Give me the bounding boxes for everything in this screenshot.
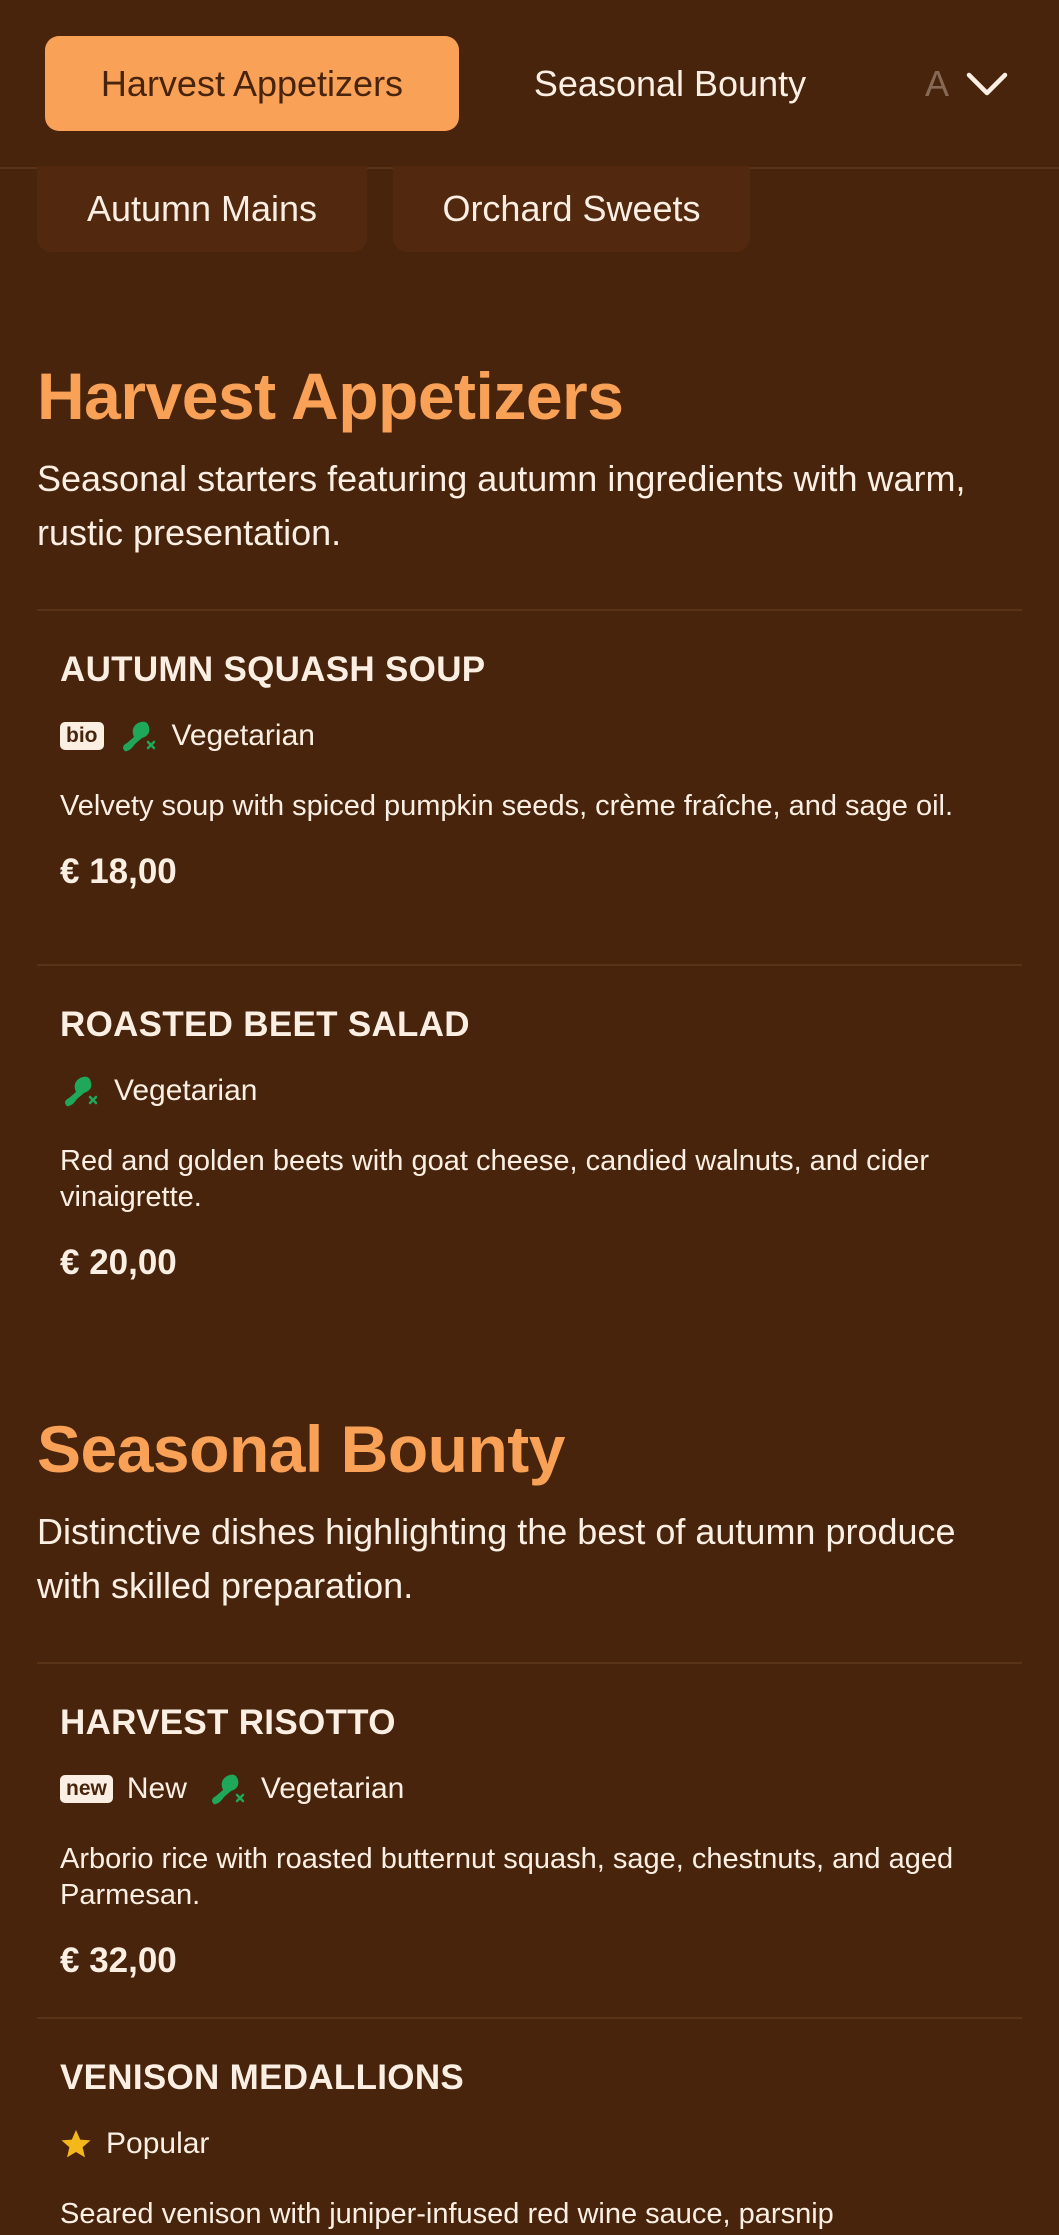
item-tags: new New Vegetarian: [60, 1769, 1010, 1809]
item-name: VENISON MEDALLIONS: [60, 2058, 465, 2097]
item-description: Arborio rice with roasted butternut squa…: [60, 1843, 954, 1911]
item-tags: bio Vegetarian: [60, 716, 1010, 756]
tab-partial-label: A: [925, 62, 950, 104]
item-name: HARVEST RISOTTO: [60, 1703, 396, 1742]
section-title-harvest-appetizers: Harvest Appetizers: [37, 359, 624, 433]
divider: [37, 609, 1022, 611]
vegetarian-drumstick-icon: [122, 721, 155, 752]
section-description: Distinctive dishes highlighting the best…: [37, 1511, 956, 1606]
item-price: € 20,00: [60, 1243, 177, 1282]
vegetarian-label: Vegetarian: [171, 719, 315, 752]
item-description: Red and golden beets with goat cheese, c…: [60, 1145, 929, 1213]
item-price: € 32,00: [60, 1941, 177, 1980]
tab-seasonal-bounty[interactable]: Seasonal Bounty: [490, 36, 850, 131]
item-name: ROASTED BEET SALAD: [60, 1005, 470, 1044]
section-title-seasonal-bounty: Seasonal Bounty: [37, 1412, 565, 1486]
menu-item-harvest-risotto[interactable]: HARVEST RISOTTO new New Vegetarian Arbor…: [60, 1703, 1010, 1981]
tab-harvest-appetizers[interactable]: Harvest Appetizers: [45, 36, 459, 131]
expand-tabs-button[interactable]: [950, 36, 1024, 131]
tab-orchard-sweets[interactable]: Orchard Sweets: [393, 166, 750, 252]
item-name: AUTUMN SQUASH SOUP: [60, 650, 486, 689]
star-icon: [61, 2130, 91, 2158]
divider: [37, 1662, 1022, 1664]
menu-item-roasted-beet-salad[interactable]: ROASTED BEET SALAD Vegetarian Red and go…: [60, 1005, 1010, 1283]
category-tab-bar: Harvest Appetizers Seasonal Bounty A: [0, 0, 1059, 169]
chevron-down-icon: [966, 72, 1008, 95]
new-badge: new: [60, 1775, 113, 1803]
divider: [37, 2017, 1022, 2019]
item-description: Seared venison with juniper-infused red …: [60, 2198, 834, 2230]
menu-item-autumn-squash-soup[interactable]: AUTUMN SQUASH SOUP bio Vegetarian Velvet…: [60, 650, 1010, 892]
item-tags: Popular: [60, 2124, 1010, 2164]
vegetarian-label: Vegetarian: [114, 1074, 258, 1107]
vegetarian-label: Vegetarian: [260, 1772, 405, 1805]
section-description: Seasonal starters featuring autumn ingre…: [37, 458, 966, 553]
vegetarian-drumstick-icon: [211, 1774, 245, 1805]
vegetarian-drumstick-icon: [65, 1076, 98, 1107]
item-tags: Vegetarian: [60, 1071, 1010, 1111]
item-description: Velvety soup with spiced pumpkin seeds, …: [60, 790, 954, 822]
menu-item-venison-medallions[interactable]: VENISON MEDALLIONS Popular Seared veniso…: [60, 2058, 1010, 2232]
bio-badge: bio: [60, 722, 104, 750]
new-label: New: [126, 1772, 187, 1805]
tab-autumn-mains[interactable]: Autumn Mains: [37, 166, 367, 252]
popular-label: Popular: [106, 2127, 210, 2160]
divider: [37, 964, 1022, 966]
item-price: € 18,00: [60, 852, 177, 891]
